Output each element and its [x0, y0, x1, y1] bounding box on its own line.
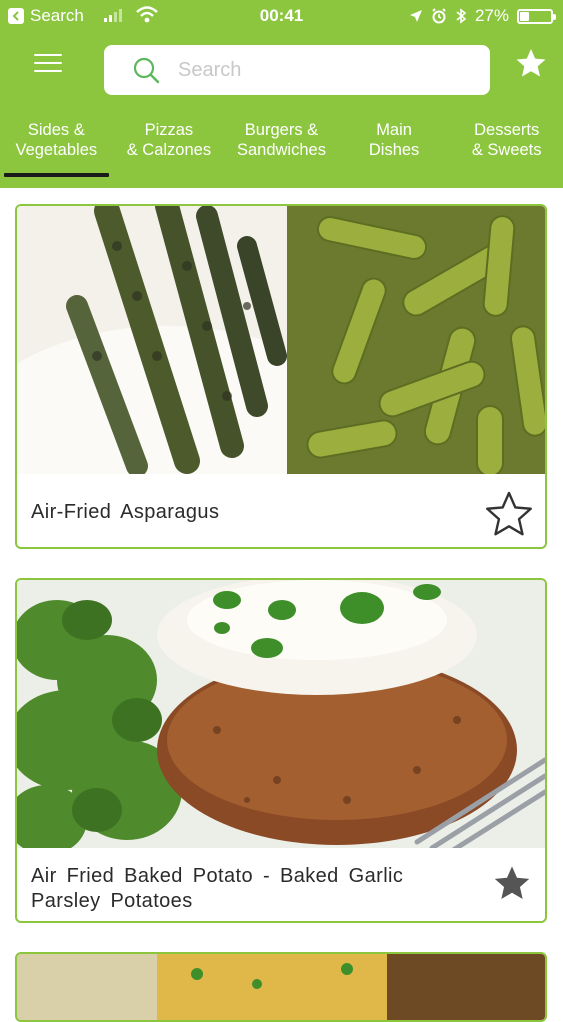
recipe-card[interactable]: Air-Fried Asparagus — [15, 204, 547, 549]
favorite-star-outline-icon[interactable] — [485, 490, 533, 538]
battery-icon — [517, 8, 556, 24]
search-input[interactable] — [176, 57, 470, 83]
category-tabs: Sides & Vegetables Pizzas & Calzones Bur… — [0, 120, 563, 178]
recipe-photo-asparagus — [17, 206, 545, 474]
tab-pizzas-calzones[interactable]: Pizzas & Calzones — [113, 120, 226, 178]
recipe-card[interactable]: Air Fried Baked Potato - Baked Garlic Pa… — [15, 578, 547, 923]
search-icon — [133, 57, 160, 84]
battery-percent: 27% — [474, 6, 509, 25]
tab-desserts-sweets[interactable]: Desserts & Sweets — [450, 120, 563, 178]
tab-burgers-sandwiches[interactable]: Burgers & Sandwiches — [225, 120, 338, 178]
location-icon — [409, 10, 422, 22]
tab-sides-vegetables[interactable]: Sides & Vegetables — [0, 120, 113, 178]
search-bar[interactable] — [104, 45, 490, 95]
tab-main-dishes[interactable]: Main Dishes — [338, 120, 451, 178]
battery-level — [520, 11, 529, 21]
recipe-title[interactable]: Air Fried Baked Potato - Baked Garlic Pa… — [31, 864, 471, 914]
favorites-star-icon[interactable] — [515, 47, 547, 79]
bluetooth-icon — [456, 8, 467, 24]
recipe-photo — [17, 954, 545, 1020]
hamburger-menu-icon[interactable] — [34, 54, 62, 76]
recipe-title[interactable]: Air-Fried Asparagus — [31, 500, 219, 525]
alarm-icon — [432, 8, 446, 24]
favorite-star-filled-icon[interactable] — [493, 864, 531, 902]
status-bar: Search 00:41 27% — [0, 0, 563, 32]
recipe-photo-baked-potato — [17, 580, 545, 848]
recipe-card[interactable] — [15, 952, 547, 1022]
